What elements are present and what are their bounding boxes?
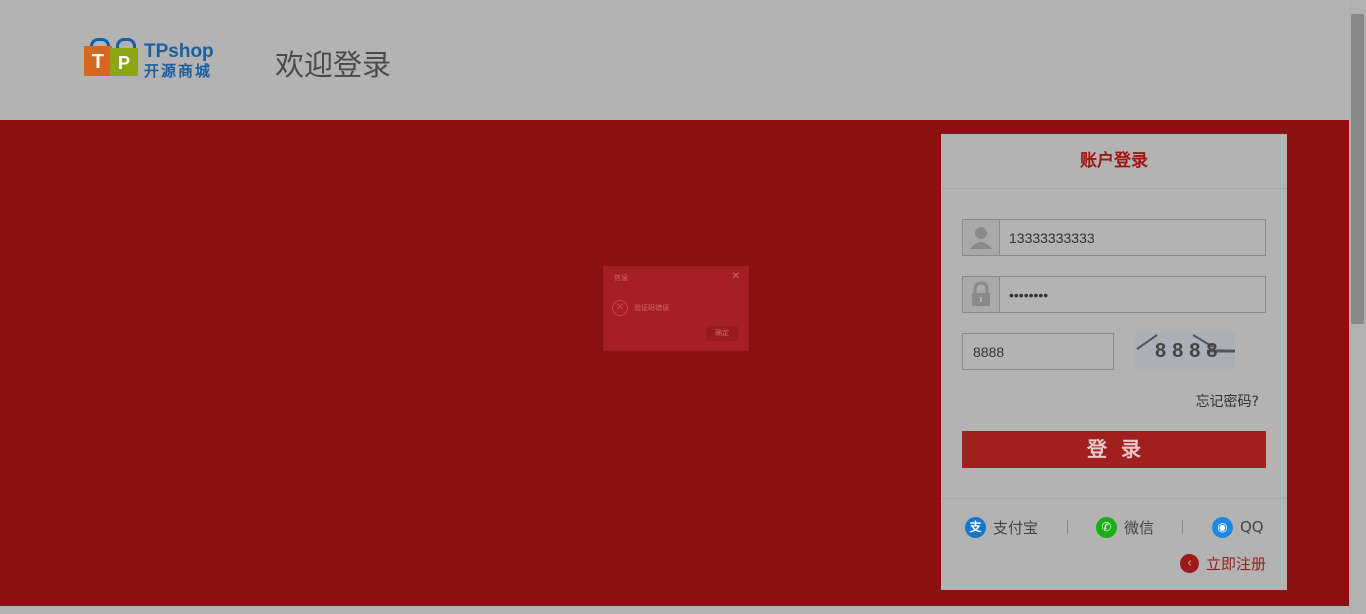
site-header: T P TPshop 开源商城 欢迎登录 [0,0,1349,120]
lock-icon [963,277,1000,312]
chevron-left-icon: ‹ [1179,554,1199,573]
qq-label: QQ [1240,518,1264,536]
password-input[interactable] [1009,277,1259,312]
wechat-icon: ✆ [1096,516,1117,538]
alipay-label: 支付宝 [993,518,1039,537]
close-icon[interactable]: ✕ [732,271,740,282]
username-input[interactable] [1009,220,1259,255]
social-divider [1182,520,1183,534]
login-button[interactable]: 登录 [962,431,1266,468]
wechat-login[interactable]: ✆ 微信 [1096,515,1154,539]
shopping-bag-icon: T P [84,38,140,76]
logo-letter-t: T [84,46,112,76]
captcha-image[interactable]: 8888 [1135,333,1235,369]
register-label: 立即注册 [1205,555,1266,573]
tpshop-logo[interactable]: T P TPshop 开源商城 [84,38,229,80]
logo-subtitle: 开源商城 [144,62,213,80]
alipay-icon: 支 [965,516,986,538]
error-icon: ✕ [612,300,628,316]
register-link[interactable]: ‹ 立即注册 [1179,553,1266,574]
wechat-label: 微信 [1124,518,1155,537]
captcha-code-input[interactable] [963,334,1113,369]
captcha-code-field[interactable] [962,333,1114,370]
dialog-title: 信息 [614,274,628,282]
user-icon [963,220,1000,255]
dialog-ok-button[interactable]: 确定 [706,326,738,341]
forgot-password-link[interactable]: 忘记密码? [1196,391,1259,411]
captcha-text: 8888 [1155,340,1224,362]
logo-text: TPshop [144,41,214,62]
login-panel-title: 账户登录 [941,134,1287,189]
password-field[interactable] [962,276,1266,313]
scrollbar-thumb[interactable] [1351,14,1364,324]
dialog-message: 验证码错误 [634,304,669,312]
qq-icon: ◉ [1212,516,1233,538]
username-field[interactable] [962,219,1266,256]
error-dialog: 信息 ✕ ✕ 验证码错误 确定 [603,266,749,351]
social-divider [1067,520,1068,534]
panel-divider [941,498,1287,499]
alipay-login[interactable]: 支 支付宝 [965,515,1038,539]
bottom-strip [0,606,1349,614]
login-panel: 账户登录 8888 忘记密码? 登录 [941,134,1287,590]
page-title: 欢迎登录 [275,48,392,82]
qq-login[interactable]: ◉ QQ [1212,515,1264,539]
logo-letter-p: P [110,48,138,76]
